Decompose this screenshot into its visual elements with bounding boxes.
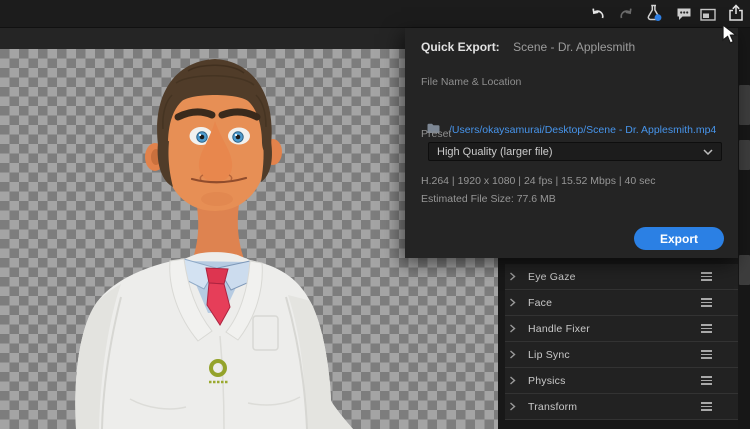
behavior-label: Lip Sync (528, 348, 570, 361)
menu-icon[interactable] (701, 298, 712, 308)
chevron-right-icon[interactable] (509, 402, 521, 411)
feedback-bubble-icon[interactable] (675, 5, 693, 23)
estimated-file-size: Estimated File Size: 77.6 MB (421, 193, 556, 205)
preset-value: High Quality (larger file) (437, 145, 553, 158)
chevron-right-icon[interactable] (509, 298, 521, 307)
share-export-icon[interactable] (727, 4, 745, 22)
menu-icon[interactable] (701, 272, 712, 282)
behaviors-panel: Eye Gaze Face Handle Fixer Lip Sync Phys… (498, 258, 738, 429)
behavior-label: Physics (528, 374, 566, 387)
scrollbar-thumb[interactable] (739, 85, 750, 125)
menu-icon[interactable] (701, 376, 712, 386)
right-panel-edge (738, 28, 750, 429)
chevron-right-icon[interactable] (509, 376, 521, 385)
chevron-down-icon (703, 148, 713, 155)
menu-icon[interactable] (701, 324, 712, 334)
behavior-label: Handle Fixer (528, 322, 590, 335)
quick-export-popup: Quick Export: Scene - Dr. Applesmith Fil… (405, 28, 738, 258)
behavior-row-transform[interactable]: Transform (505, 394, 738, 420)
redo-icon[interactable] (617, 5, 635, 23)
quick-export-header: Quick Export: Scene - Dr. Applesmith (421, 38, 635, 56)
file-location-label: File Name & Location (421, 76, 522, 88)
behavior-row-physics[interactable]: Physics (505, 368, 738, 394)
preset-label: Preset (421, 128, 452, 140)
preset-dropdown[interactable]: High Quality (larger file) (428, 142, 722, 161)
cursor-pointer (722, 23, 738, 50)
behavior-row-handle-fixer[interactable]: Handle Fixer (505, 316, 738, 342)
menu-icon[interactable] (701, 350, 712, 360)
chevron-right-icon[interactable] (509, 272, 521, 281)
undo-icon[interactable] (589, 5, 607, 23)
behavior-row-eye-gaze[interactable]: Eye Gaze (505, 264, 738, 290)
export-button[interactable]: Export (634, 227, 724, 250)
popup-title: Quick Export: (421, 40, 500, 54)
menu-icon[interactable] (701, 402, 712, 412)
app-window: Eye Gaze Face Handle Fixer Lip Sync Phys… (0, 0, 750, 429)
chevron-right-icon[interactable] (509, 350, 521, 359)
scene-name: Scene - Dr. Applesmith (513, 40, 636, 54)
format-summary: H.264 | 1920 x 1080 | 24 fps | 15.52 Mbp… (421, 175, 656, 187)
behavior-row-lip-sync[interactable]: Lip Sync (505, 342, 738, 368)
picture-in-picture-icon[interactable] (699, 6, 717, 24)
scrollbar-thumb[interactable] (739, 140, 750, 170)
behavior-label: Transform (528, 400, 578, 413)
lab-flask-icon[interactable] (645, 4, 663, 22)
behavior-label: Face (528, 296, 553, 309)
file-path-link[interactable]: /Users/okaysamurai/Desktop/Scene - Dr. A… (449, 124, 716, 136)
scrollbar-thumb[interactable] (739, 255, 750, 285)
file-path-row: /Users/okaysamurai/Desktop/Scene - Dr. A… (427, 121, 716, 139)
behavior-label: Eye Gaze (528, 270, 576, 283)
top-toolbar (0, 0, 750, 28)
behavior-row-face[interactable]: Face (505, 290, 738, 316)
chevron-right-icon[interactable] (509, 324, 521, 333)
